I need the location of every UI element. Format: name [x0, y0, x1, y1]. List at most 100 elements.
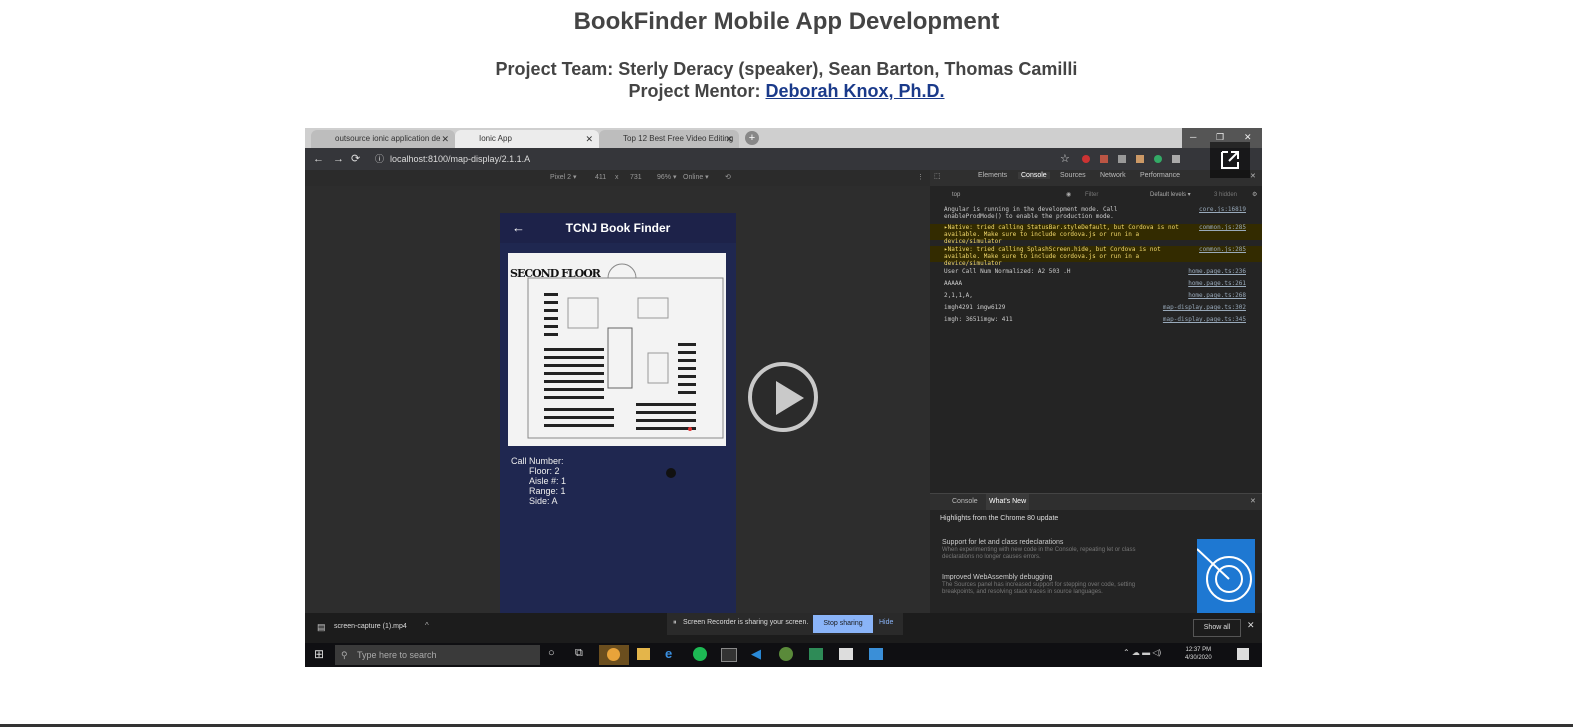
console-source-link[interactable]: home.page.ts:236 — [1188, 268, 1246, 275]
whats-new-drawer: Console What's New ✕ Highlights from the… — [930, 493, 1262, 614]
range-value: Range: 1 — [529, 486, 566, 496]
chrome-update-thumbnail — [1197, 539, 1255, 614]
external-link-icon — [1221, 151, 1239, 169]
tab-sources[interactable]: Sources — [1060, 172, 1086, 179]
app-icon[interactable] — [809, 648, 823, 660]
console-text: ▸Native: tried calling StatusBar.styleDe… — [944, 224, 1179, 245]
height-input[interactable]: 731 — [630, 170, 642, 186]
whats-new-item[interactable]: Improved WebAssembly debugging The Sourc… — [942, 574, 1167, 596]
open-external-button[interactable] — [1210, 142, 1250, 178]
device-select[interactable]: Pixel 2 ▾ — [550, 170, 576, 186]
cortana-icon[interactable]: ○ — [548, 647, 555, 659]
reload-icon[interactable]: ⟳ — [351, 152, 360, 166]
system-tray-icons[interactable]: ⌃ ☁ ▬ ◁) — [1123, 648, 1161, 657]
url-field[interactable]: localhost:8100/map-display/2.1.1.A — [390, 152, 530, 166]
console-source-link[interactable]: map-display.page.ts:302 — [1163, 304, 1246, 311]
edge-icon[interactable]: e — [665, 646, 672, 661]
app-icon[interactable] — [779, 647, 793, 661]
chevron-up-icon[interactable]: ^ — [425, 621, 429, 630]
console-source-link[interactable]: common.js:285 — [1199, 246, 1246, 253]
terminal-icon[interactable] — [721, 648, 737, 662]
browser-tab[interactable]: outsource ionic application de ✕ — [311, 130, 455, 148]
app-icon[interactable] — [839, 648, 853, 660]
taskbar-search[interactable]: ⚲ Type here to search — [335, 645, 540, 665]
tab-performance[interactable]: Performance — [1140, 172, 1180, 179]
vscode-icon[interactable]: ◀ — [751, 646, 761, 662]
search-icon: ⚲ — [341, 650, 348, 660]
zoom-select[interactable]: 96% ▾ — [657, 170, 676, 186]
screen-share-banner: ⏸ Screen Recorder is sharing your screen… — [667, 613, 903, 635]
close-icon[interactable]: ✕ — [585, 130, 593, 148]
tab-network[interactable]: Network — [1100, 172, 1126, 179]
mentor-link[interactable]: Deborah Knox, Ph.D. — [766, 81, 945, 101]
back-arrow-icon[interactable]: ← — [512, 213, 525, 243]
width-input[interactable]: 411 — [595, 170, 606, 186]
app-icon[interactable] — [869, 648, 883, 660]
stop-sharing-button[interactable]: Stop sharing — [813, 615, 873, 633]
close-icon[interactable]: ✕ — [1247, 620, 1255, 631]
browser-tab-active[interactable]: Ionic App ✕ — [455, 130, 599, 148]
clock[interactable]: 12:37 PM 4/30/2020 — [1185, 646, 1212, 662]
inspect-icon[interactable]: ⬚ — [934, 172, 941, 180]
drawer-tab-whats-new[interactable]: What's New — [986, 494, 1030, 510]
console-source-link[interactable]: home.page.ts:268 — [1188, 292, 1246, 299]
notifications-icon[interactable] — [1237, 648, 1249, 660]
whats-new-heading: Highlights from the Chrome 80 update — [940, 515, 1059, 522]
console-line: User Call Num Normalized: A2 503 .H home.… — [930, 268, 1262, 275]
more-icon[interactable]: ⋮ — [917, 170, 924, 186]
spotify-icon[interactable] — [693, 647, 707, 661]
console-line: imgh4291 imgw6129 map-display.page.ts:302 — [930, 304, 1262, 311]
file-explorer-icon[interactable] — [637, 648, 650, 660]
close-icon[interactable]: ✕ — [725, 130, 733, 148]
tab-elements[interactable]: Elements — [978, 172, 1007, 179]
browser-tab[interactable]: Top 12 Best Free Video Editing S✕ — [599, 130, 739, 161]
hidden-count: 3 hidden — [1214, 192, 1238, 198]
show-all-button[interactable]: Show all — [1193, 619, 1241, 637]
aisle-value: Aisle #: 1 — [529, 476, 567, 486]
close-icon[interactable]: ✕ — [1250, 494, 1256, 510]
video-player[interactable]: outsource ionic application de ✕ Ionic Ap… — [305, 128, 1262, 667]
whats-new-item-title: Support for let and class redeclarations — [942, 539, 1064, 546]
windows-taskbar: ⊞ ⚲ Type here to search ○ ⧉ e ◀ ⌃ ☁ ▬ ◁)… — [305, 643, 1262, 667]
whats-new-item[interactable]: Support for let and class redeclarations… — [942, 539, 1167, 561]
console-source-link[interactable]: common.js:285 — [1199, 224, 1246, 231]
eye-icon[interactable]: ◉ — [1066, 188, 1071, 202]
minimize-icon[interactable]: ─ — [1190, 128, 1196, 146]
call-number-info: Call Number: Floor: 2 Aisle #: 1 Range: … — [511, 456, 566, 506]
network-select[interactable]: Online ▾ — [683, 170, 709, 186]
chrome-taskbar-button[interactable] — [599, 645, 629, 665]
app-header: ← TCNJ Book Finder — [500, 213, 736, 243]
close-icon[interactable]: ✕ — [1250, 172, 1256, 180]
forward-icon[interactable]: → — [333, 152, 344, 166]
download-filename[interactable]: screen-capture (1).mp4 — [334, 623, 407, 630]
gear-icon[interactable]: ⚙ — [1252, 188, 1257, 202]
windows-start-icon[interactable]: ⊞ — [314, 647, 324, 661]
console-text: imgh: 3651imgw: 411 — [944, 316, 1013, 323]
console-line: AAAAA home.page.ts:261 — [930, 280, 1262, 287]
console-source-link[interactable]: home.page.ts:261 — [1188, 280, 1246, 287]
drawer-tab-console[interactable]: Console — [952, 494, 978, 510]
page-title: BookFinder Mobile App Development — [573, 8, 1000, 35]
back-icon[interactable]: ← — [313, 152, 324, 166]
mentor-label: Project Mentor: — [628, 81, 761, 101]
console-text: 2,1,1,A, — [944, 292, 973, 299]
task-view-icon[interactable]: ⧉ — [575, 647, 583, 660]
device-toolbar: Pixel 2 ▾ 411 x 731 96% ▾ Online ▾ ⟲ ⋮ — [305, 170, 930, 186]
share-message: Screen Recorder is sharing your screen. — [683, 619, 809, 626]
console-warning: ▸Native: tried calling StatusBar.styleDe… — [930, 224, 1262, 245]
console-text: imgh4291 imgw6129 — [944, 304, 1006, 311]
new-tab-icon[interactable]: + — [745, 131, 759, 145]
tab-console[interactable]: Console — [1018, 172, 1050, 179]
play-button[interactable] — [748, 362, 818, 432]
star-icon[interactable]: ☆ — [1060, 152, 1070, 166]
rotate-icon[interactable]: ⟲ — [725, 170, 731, 186]
filter-input[interactable]: Filter — [1085, 188, 1145, 202]
console-source-link[interactable]: map-display.page.ts:345 — [1163, 316, 1246, 323]
console-source-link[interactable]: core.js:16819 — [1199, 206, 1246, 213]
extension-icons — [1080, 153, 1200, 165]
log-levels-select[interactable]: Default levels ▾ — [1150, 188, 1191, 202]
context-select[interactable]: top — [952, 188, 960, 202]
hide-button[interactable]: Hide — [879, 619, 893, 626]
close-icon[interactable]: ✕ — [441, 130, 449, 148]
map-label: SECOND FLOOR — [510, 267, 601, 280]
